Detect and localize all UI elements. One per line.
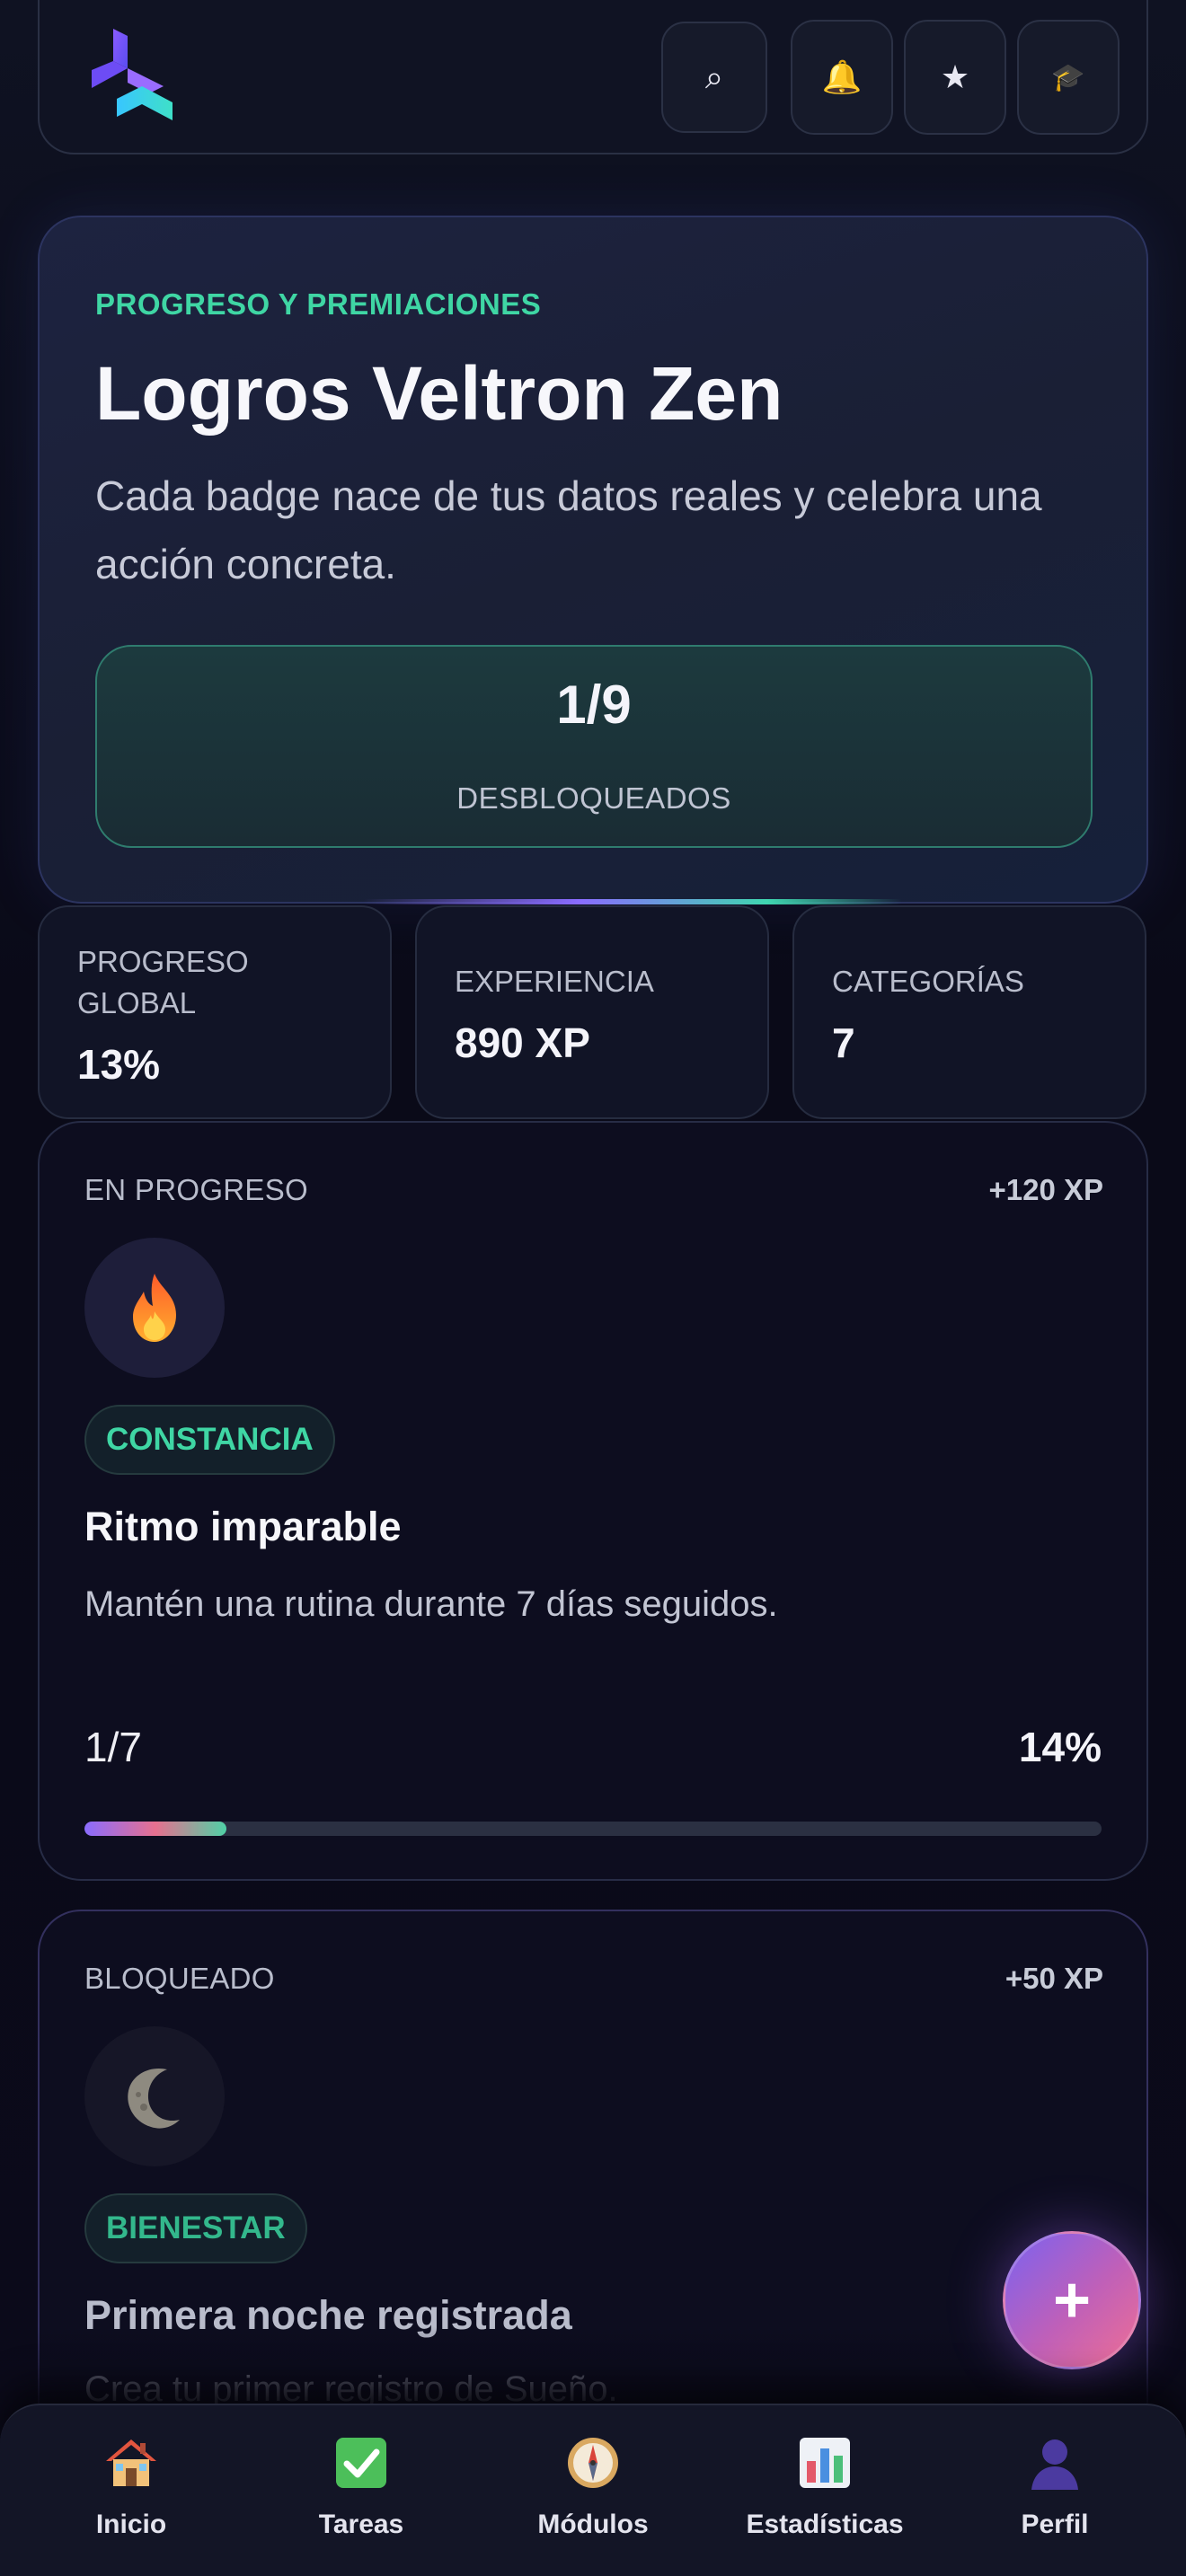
achievement-title: Ritmo imparable <box>84 1504 402 1549</box>
achievement-status: EN PROGRESO <box>84 1173 309 1206</box>
nav-item-estadisticas[interactable]: Estadísticas <box>726 2405 924 2576</box>
achievement-title: Primera noche registrada <box>84 2292 572 2338</box>
stat-categories: CATEGORÍAS 7 <box>792 905 1146 1119</box>
hero-eyebrow: PROGRESO Y PREMIACIONES <box>95 287 542 321</box>
nav-label: Inicio <box>95 2510 167 2539</box>
achievement-xp: +120 XP <box>988 1173 1103 1206</box>
nav-label: Módulos <box>537 2510 649 2539</box>
achievement-card[interactable]: EN PROGRESO +120 XP CONSTANCIA Ritmo imp… <box>38 1121 1148 1881</box>
stat-label: CATEGORÍAS <box>832 965 1024 998</box>
search-icon: ⌕ <box>704 57 724 95</box>
stat-global-progress: PROGRESO GLOBAL 13% <box>38 905 392 1119</box>
achievement-category-tag: CONSTANCIA <box>84 1405 335 1475</box>
checkbox-icon <box>336 2438 386 2488</box>
graduation-cap-icon: 🎓 <box>1051 62 1085 93</box>
stat-label: EXPERIENCIA <box>455 965 654 998</box>
fire-icon <box>133 1274 176 1342</box>
unlocked-label: DESBLOQUEADOS <box>456 781 731 815</box>
moon-icon <box>128 2068 180 2129</box>
nav-item-inicio[interactable]: Inicio <box>32 2405 230 2576</box>
app-logo[interactable] <box>86 27 176 122</box>
unlocked-summary: 1/9 DESBLOQUEADOS <box>95 645 1093 848</box>
compass-icon <box>568 2438 618 2488</box>
learning-button[interactable]: 🎓 <box>1017 20 1120 135</box>
hero-glow-line <box>363 899 902 904</box>
achievement-status: BLOQUEADO <box>84 1962 275 1995</box>
page-title: Logros Veltron Zen <box>95 351 783 436</box>
stat-value: 13% <box>77 1041 161 1088</box>
top-header: ⌕ 🔔 ★ 🎓 <box>38 0 1148 154</box>
notifications-button[interactable]: 🔔 <box>791 20 893 135</box>
nav-label: Tareas <box>318 2510 404 2539</box>
achievement-badge <box>84 2026 225 2166</box>
progress-bar <box>84 1822 1102 1836</box>
stat-experience: EXPERIENCIA 890 XP <box>415 905 769 1119</box>
nav-item-modulos[interactable]: Módulos <box>494 2405 692 2576</box>
achievement-progress-percent: 14% <box>1018 1724 1102 1770</box>
favorites-button[interactable]: ★ <box>904 20 1006 135</box>
add-button[interactable]: + <box>1003 2231 1141 2369</box>
bar-chart-icon <box>800 2438 850 2488</box>
nav-label: Estadísticas <box>746 2510 904 2539</box>
home-icon <box>106 2439 156 2486</box>
stat-value: 890 XP <box>455 1019 590 1066</box>
star-icon: ★ <box>940 58 970 95</box>
search-button[interactable]: ⌕ <box>661 22 767 133</box>
achievement-progress-count: 1/7 <box>84 1724 142 1770</box>
hero-subtitle: Cada badge nace de tus datos reales y ce… <box>95 472 1042 587</box>
achievement-description: Mantén una rutina durante 7 días seguido… <box>84 1584 778 1624</box>
achievements-hero: PROGRESO Y PREMIACIONES Logros Veltron Z… <box>38 216 1148 904</box>
achievement-badge <box>84 1238 225 1378</box>
nav-label: Perfil <box>1021 2510 1089 2539</box>
achievement-category-tag: BIENESTAR <box>84 2193 307 2263</box>
achievement-xp: +50 XP <box>1005 1962 1103 1995</box>
unlocked-count: 1/9 <box>556 675 632 735</box>
user-icon <box>1031 2439 1078 2490</box>
nav-item-tareas[interactable]: Tareas <box>262 2405 460 2576</box>
progress-bar-fill <box>84 1822 227 1836</box>
nav-item-perfil[interactable]: Perfil <box>956 2405 1154 2576</box>
bell-icon: 🔔 <box>821 58 863 95</box>
plus-icon: + <box>1052 2264 1092 2336</box>
bottom-navigation: Inicio Tareas Módulos Estadísticas Perfi… <box>0 2404 1186 2576</box>
stat-label: PROGRESO GLOBAL <box>77 945 249 1019</box>
stat-value: 7 <box>832 1019 855 1066</box>
